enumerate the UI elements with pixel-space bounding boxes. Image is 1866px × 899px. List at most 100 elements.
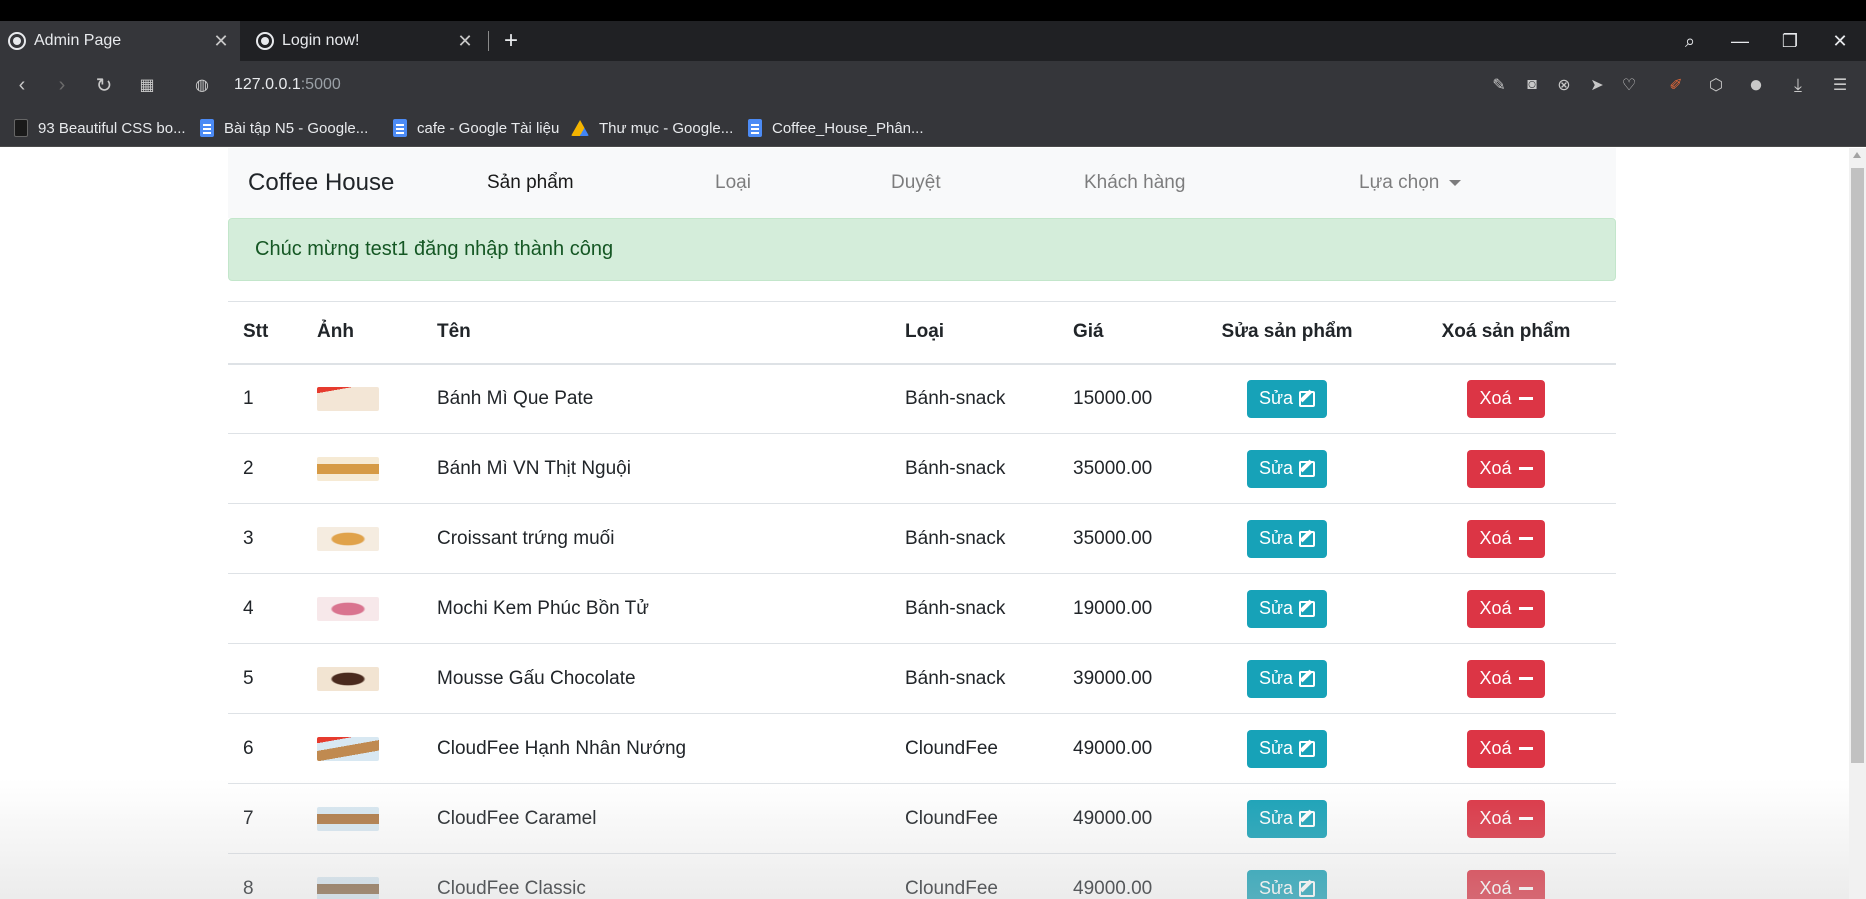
table-row: 7 CloudFee Caramel CloundFee 49000.00 Sửa Xoá [228, 783, 1616, 854]
row-name: Bánh Mì VN Thịt Nguội [422, 433, 890, 504]
row-price: 39000.00 [1058, 643, 1178, 714]
bookmark-coffee-house[interactable]: Coffee_House_Phân... [748, 109, 924, 147]
delete-button[interactable]: Xoá [1467, 449, 1545, 488]
bookmark-bai-tap[interactable]: Bài tập N5 - Google... [200, 109, 368, 147]
table-row: 6 CloudFee Hạnh Nhân Nướng CloundFee 49000.… [228, 713, 1616, 784]
site-info-icon[interactable]: ◍ [186, 61, 218, 109]
delete-button[interactable]: Xoá [1467, 519, 1545, 558]
nav-lua-chon-dropdown[interactable]: Lựa chọn [1359, 148, 1462, 218]
edit-page-icon[interactable]: ✎ [1483, 61, 1515, 109]
back-icon[interactable]: ‹ [6, 61, 38, 109]
close-icon[interactable]: ✕ [210, 31, 232, 52]
delete-label: Xoá [1479, 878, 1512, 899]
edit-button[interactable]: Sửa [1246, 799, 1328, 838]
reload-icon[interactable]: ↻ [88, 61, 120, 109]
header-stt: Stt [228, 301, 302, 365]
row-delete-cell: Xoá [1396, 573, 1616, 644]
nav-san-pham[interactable]: Sản phẩm [487, 148, 574, 218]
row-price: 49000.00 [1058, 713, 1178, 784]
close-icon[interactable]: ✕ [454, 31, 476, 52]
nav-loai[interactable]: Loại [715, 148, 751, 218]
row-category: CloundFee [890, 783, 1058, 854]
bookmark-cafe[interactable]: cafe - Google Tài liệu [393, 109, 559, 147]
edit-button[interactable]: Sửa [1246, 729, 1328, 768]
success-alert: Chúc mừng test1 đăng nhập thành công [228, 218, 1616, 281]
nav-duyet[interactable]: Duyệt [891, 148, 941, 218]
row-delete-cell: Xoá [1396, 363, 1616, 434]
delete-button[interactable]: Xoá [1467, 589, 1545, 628]
bookmark-thu-muc[interactable]: Thư mục - Google... [571, 109, 733, 147]
url-port: :5000 [300, 76, 341, 93]
products-table: Stt Ảnh Tên Loại Giá Sửa sản phẩm Xoá sả… [228, 301, 1616, 899]
edit-icon [1299, 600, 1316, 617]
pen-extension-icon[interactable]: ✐ [1660, 61, 1692, 109]
bookmark-label: Thư mục - Google... [599, 119, 734, 137]
minimize-icon[interactable]: — [1718, 21, 1762, 61]
page-scrollbar[interactable] [1849, 148, 1866, 899]
edit-button[interactable]: Sửa [1246, 379, 1328, 418]
close-window-icon[interactable]: ✕ [1818, 21, 1862, 61]
row-image-cell [302, 783, 422, 854]
row-stt: 8 [228, 853, 302, 899]
delete-button[interactable]: Xoá [1467, 799, 1545, 838]
delete-button[interactable]: Xoá [1467, 379, 1545, 418]
settings-sliders-icon[interactable]: ☰ [1824, 61, 1856, 109]
extensions-cube-icon[interactable]: ⬡ [1700, 61, 1732, 109]
tab-login-now[interactable]: Login now! ✕ [248, 21, 484, 61]
product-image[interactable] [317, 806, 379, 831]
apps-icon[interactable]: ▦ [131, 61, 163, 109]
new-tab-icon[interactable]: + [496, 21, 526, 61]
row-category: Bánh-snack [890, 643, 1058, 714]
restore-icon[interactable]: ❐ [1768, 21, 1812, 61]
camera-icon[interactable]: ◙ [1516, 61, 1548, 109]
globe-icon [8, 32, 26, 50]
product-image[interactable] [317, 526, 379, 551]
product-image[interactable] [317, 386, 379, 411]
download-icon[interactable]: ⤓ [1782, 61, 1814, 109]
edit-button[interactable]: Sửa [1246, 659, 1328, 698]
edit-label: Sửa [1258, 598, 1294, 618]
search-tabs-icon[interactable]: ⌕ [1668, 21, 1712, 61]
scrollbar-thumb[interactable] [1851, 168, 1864, 763]
row-image-cell [302, 363, 422, 434]
address-bar[interactable]: 127.0.0.1:5000 [234, 61, 341, 109]
block-icon[interactable]: ⊗ [1548, 61, 1580, 109]
row-stt: 1 [228, 363, 302, 434]
row-category: Bánh-snack [890, 363, 1058, 434]
scroll-up-icon[interactable] [1853, 152, 1861, 158]
delete-button[interactable]: Xoá [1467, 869, 1545, 899]
delete-label: Xoá [1479, 458, 1512, 478]
row-image-cell [302, 713, 422, 784]
navbar-brand[interactable]: Coffee House [248, 148, 394, 218]
row-delete-cell: Xoá [1396, 713, 1616, 784]
product-image[interactable] [317, 596, 379, 621]
nav-khach-hang[interactable]: Khách hàng [1084, 148, 1185, 218]
row-image-cell [302, 503, 422, 574]
delete-label: Xoá [1479, 598, 1512, 618]
edit-button[interactable]: Sửa [1246, 449, 1328, 488]
row-stt: 7 [228, 783, 302, 854]
product-image[interactable] [317, 736, 379, 761]
bookmark-label: cafe - Google Tài liệu [417, 119, 560, 137]
edit-button[interactable]: Sửa [1246, 869, 1328, 899]
row-edit-cell: Sửa [1178, 643, 1396, 714]
profile-avatar-icon[interactable]: ● [1740, 61, 1772, 109]
send-icon[interactable]: ➤ [1581, 61, 1613, 109]
forward-icon[interactable]: › [46, 61, 78, 109]
minus-icon [1518, 817, 1533, 820]
product-image[interactable] [317, 666, 379, 691]
edit-button[interactable]: Sửa [1246, 519, 1328, 558]
delete-button[interactable]: Xoá [1467, 659, 1545, 698]
row-category: Bánh-snack [890, 433, 1058, 504]
delete-button[interactable]: Xoá [1467, 729, 1545, 768]
product-image[interactable] [317, 876, 379, 899]
row-image-cell [302, 573, 422, 644]
edit-button[interactable]: Sửa [1246, 589, 1328, 628]
tab-admin-page[interactable]: Admin Page ✕ [0, 21, 240, 61]
edit-icon [1299, 460, 1316, 477]
bookmark-css[interactable]: 93 Beautiful CSS bo... [14, 109, 186, 147]
page-viewport: Coffee House Sản phẩm Loại Duyệt Khách h… [0, 148, 1866, 899]
heart-icon[interactable]: ♡ [1613, 61, 1645, 109]
header-delete: Xoá sản phẩm [1396, 301, 1616, 365]
product-image[interactable] [317, 456, 379, 481]
